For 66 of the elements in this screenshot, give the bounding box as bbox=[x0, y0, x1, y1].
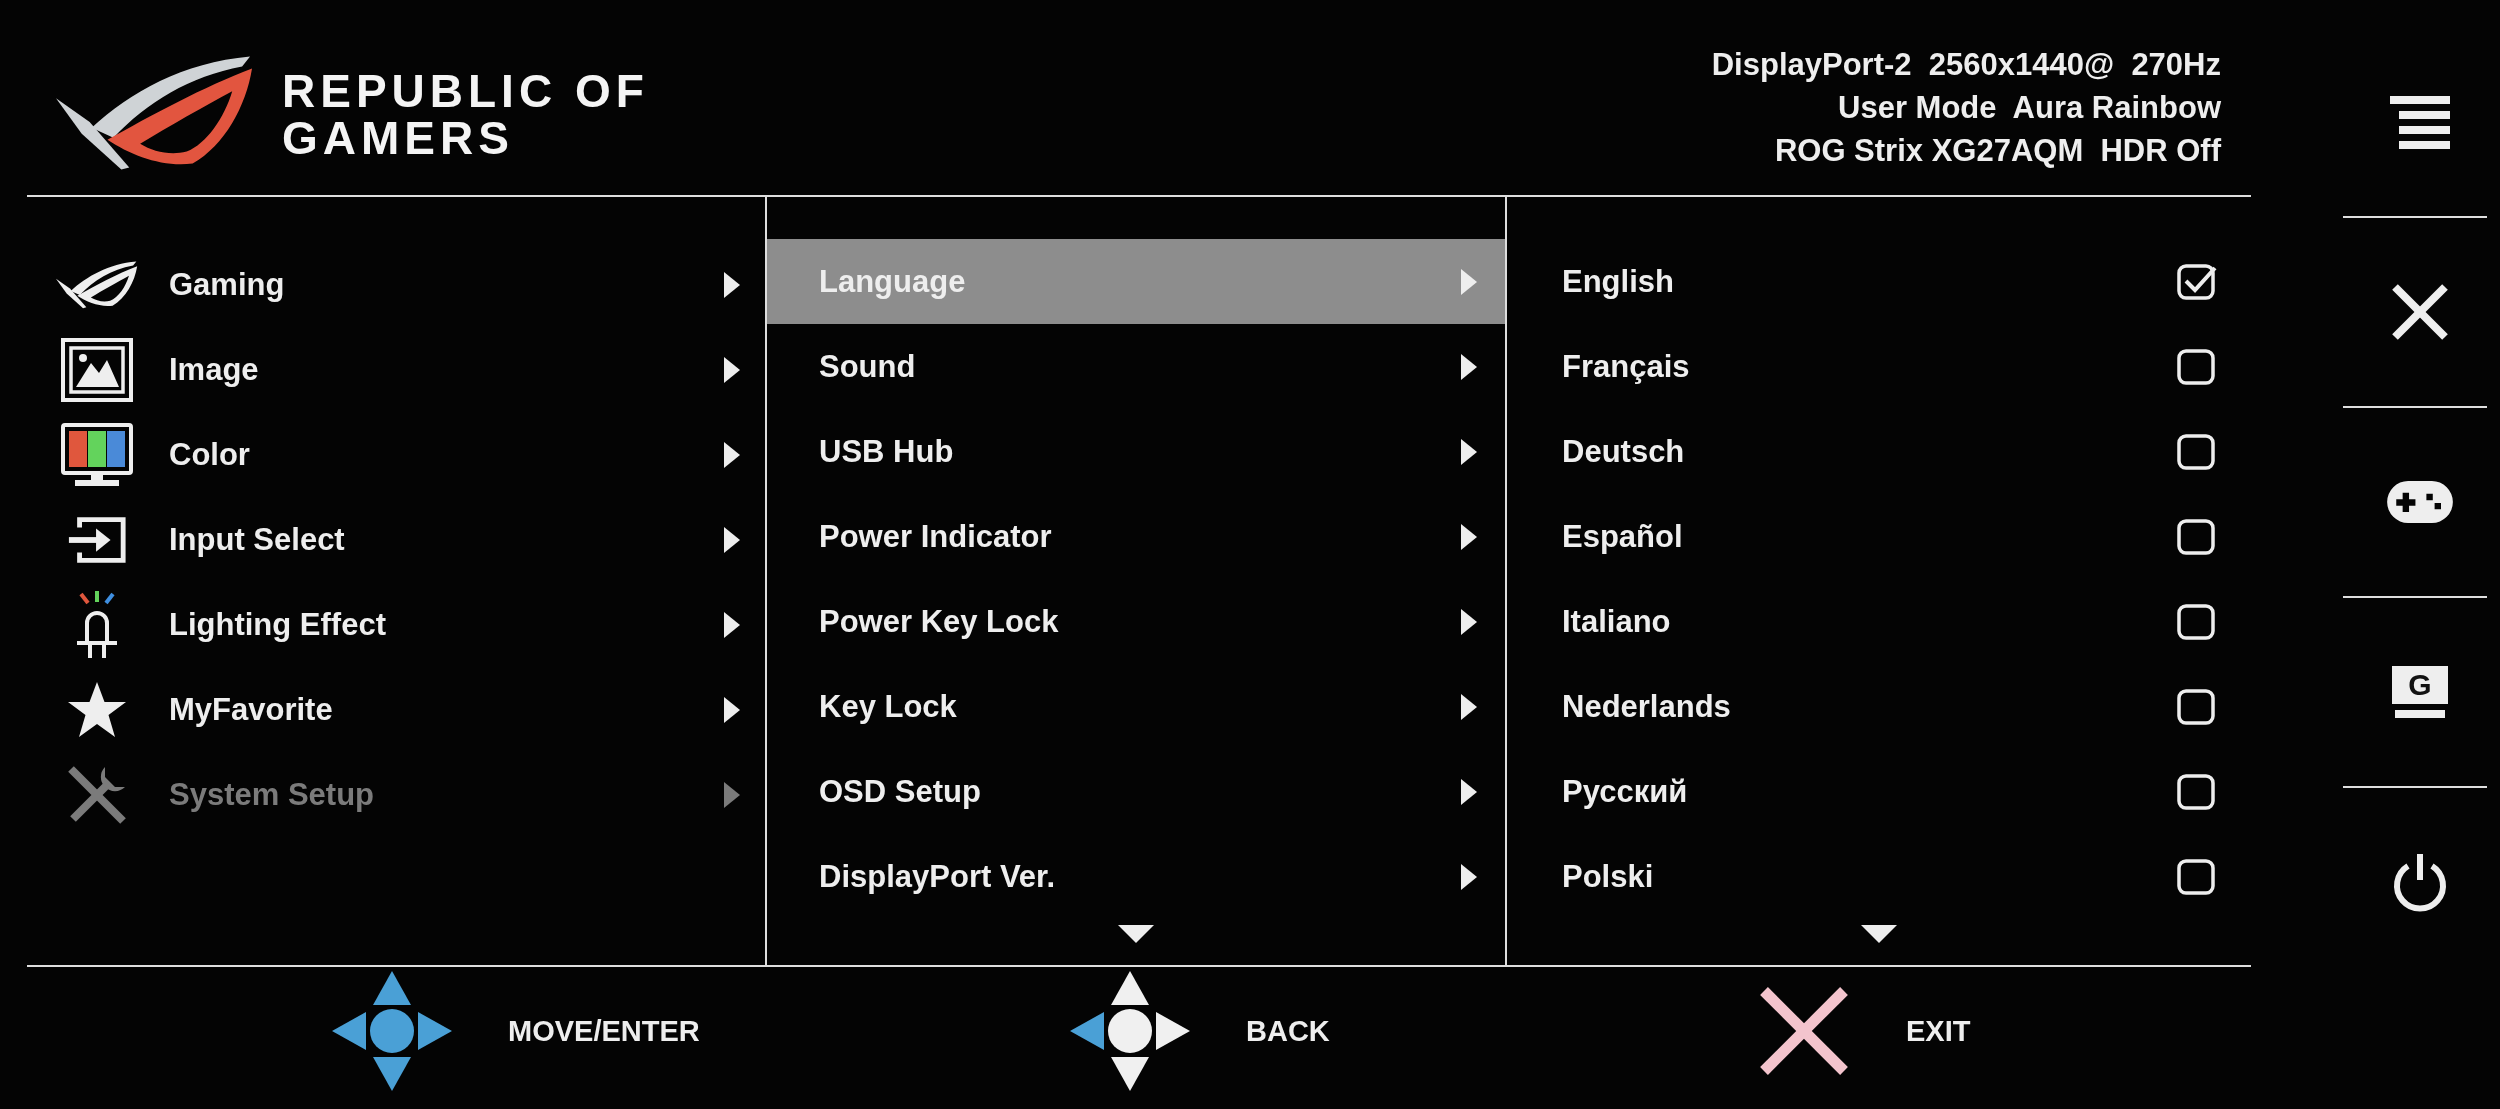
submenu-item[interactable]: DisplayPort Ver. bbox=[767, 834, 1505, 919]
status-text: User Mode Aura Rainbow bbox=[1838, 89, 2221, 127]
right-arrow-icon bbox=[1461, 608, 1477, 635]
checkbox[interactable] bbox=[2177, 688, 2217, 725]
checkbox[interactable] bbox=[2177, 603, 2217, 640]
submenu-item[interactable]: USB Hub bbox=[767, 409, 1505, 494]
language-option[interactable]: Русский bbox=[1507, 749, 2251, 834]
input-icon bbox=[66, 514, 128, 565]
dpad-icon bbox=[330, 969, 454, 1093]
menu-item[interactable]: System Setup bbox=[27, 752, 765, 837]
language-option[interactable]: English bbox=[1507, 239, 2251, 324]
right-arrow-icon bbox=[724, 271, 740, 298]
close-icon bbox=[1758, 987, 1850, 1075]
menu-icon[interactable] bbox=[2390, 95, 2450, 149]
language-option[interactable]: Nederlands bbox=[1507, 664, 2251, 749]
logo-icon bbox=[56, 56, 254, 171]
right-arrow-icon bbox=[724, 526, 740, 553]
right-arrow-icon bbox=[724, 441, 740, 468]
right-arrow-icon bbox=[1461, 778, 1477, 805]
checkbox[interactable] bbox=[2177, 433, 2217, 470]
star-icon bbox=[67, 681, 127, 738]
right-arrow-icon bbox=[724, 781, 740, 808]
hint-label: MOVE/ENTER bbox=[508, 1014, 700, 1048]
language-option[interactable]: Deutsch bbox=[1507, 409, 2251, 494]
status-text: ROG Strix XG27AQM HDR Off bbox=[1774, 132, 2221, 170]
right-arrow-icon bbox=[724, 696, 740, 723]
checkbox[interactable] bbox=[2177, 858, 2217, 895]
menu-item[interactable]: Input Select bbox=[27, 497, 765, 582]
submenu-item[interactable]: Power Indicator bbox=[767, 494, 1505, 579]
menu-item[interactable]: Color bbox=[27, 412, 765, 497]
right-arrow-icon bbox=[1461, 863, 1477, 890]
power-icon[interactable] bbox=[2391, 852, 2449, 912]
down-arrow-icon bbox=[1861, 925, 1897, 943]
submenu-item[interactable]: Key Lock bbox=[767, 664, 1505, 749]
menu-item[interactable]: MyFavorite bbox=[27, 667, 765, 752]
checkbox[interactable] bbox=[2177, 773, 2217, 810]
checkbox[interactable] bbox=[2177, 263, 2217, 300]
language-option[interactable]: Polski bbox=[1507, 834, 2251, 919]
dpad-icon bbox=[1068, 969, 1192, 1093]
menu-item[interactable]: Image bbox=[27, 327, 765, 412]
menu-item[interactable]: Gaming bbox=[27, 242, 765, 327]
language-option[interactable]: Français bbox=[1507, 324, 2251, 409]
right-arrow-icon bbox=[724, 356, 740, 383]
right-arrow-icon bbox=[724, 611, 740, 638]
right-arrow-icon bbox=[1461, 438, 1477, 465]
right-arrow-icon bbox=[1461, 268, 1477, 295]
language-option[interactable]: Español bbox=[1507, 494, 2251, 579]
right-arrow-icon bbox=[1461, 523, 1477, 550]
hint-label: EXIT bbox=[1906, 1014, 1971, 1048]
submenu-item[interactable]: OSD Setup bbox=[767, 749, 1505, 834]
close-icon[interactable] bbox=[2392, 284, 2448, 340]
down-arrow-icon bbox=[1118, 925, 1154, 943]
brand-name: REPUBLIC OF GAMERS bbox=[282, 68, 649, 162]
right-arrow-icon bbox=[1461, 353, 1477, 380]
status-text: DisplayPort-2 2560x1440@ 270Hz bbox=[1711, 46, 2221, 84]
monitor-icon bbox=[61, 422, 133, 487]
right-arrow-icon bbox=[1461, 693, 1477, 720]
hint-label: BACK bbox=[1246, 1014, 1330, 1048]
checkbox[interactable] bbox=[2177, 348, 2217, 385]
eye-logo-icon bbox=[56, 260, 138, 309]
submenu-item[interactable]: Sound bbox=[767, 324, 1505, 409]
menu-item[interactable]: Lighting Effect bbox=[27, 582, 765, 667]
submenu-item[interactable]: Power Key Lock bbox=[767, 579, 1505, 664]
checkbox[interactable] bbox=[2177, 518, 2217, 555]
image-icon bbox=[61, 337, 133, 402]
language-option[interactable]: Italiano bbox=[1507, 579, 2251, 664]
